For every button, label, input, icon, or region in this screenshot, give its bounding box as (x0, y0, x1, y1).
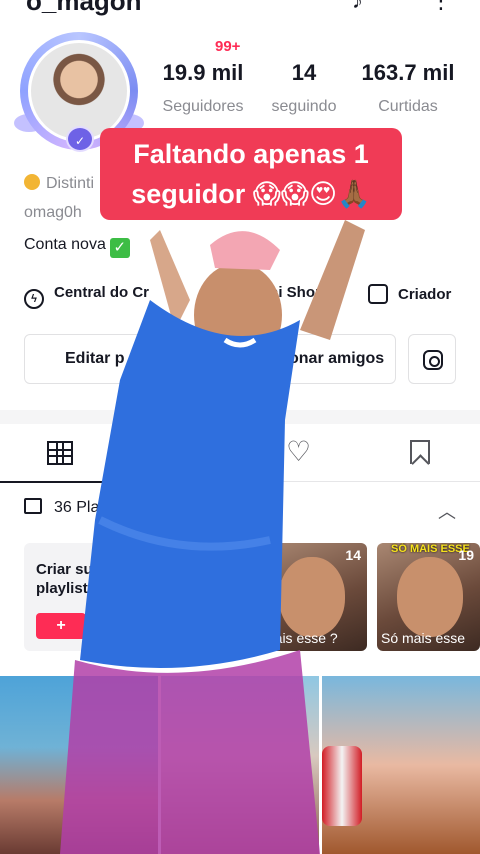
playlist-card[interactable]: 14 Mais esse ? (259, 543, 367, 651)
heart-icon: ♡ (286, 436, 312, 467)
likes-count: 163.7 mil (361, 60, 455, 85)
playlist-caption: Mais esse ? (263, 630, 338, 646)
badge-icon (24, 174, 40, 190)
creator-center-link[interactable]: ϟ Central do Cr (24, 284, 149, 309)
top-bar: o_magon ♪ ⋮ (0, 0, 480, 16)
tab-private[interactable] (120, 424, 240, 482)
video-thumbnail[interactable] (322, 676, 480, 854)
playlists-count: 36 Pla (54, 499, 100, 516)
instagram-icon (423, 350, 443, 370)
playlists-header[interactable]: 36 Pla ︿ (24, 498, 464, 522)
shop-label: ai Shop (270, 284, 325, 301)
stat-likes[interactable]: 163.7 mil Curtidas (352, 60, 464, 116)
badge-label: Distinti (46, 175, 95, 192)
soda-can-image (322, 746, 362, 826)
badge-row[interactable]: Distinti (24, 174, 94, 193)
profile-handle: omag0h (24, 204, 82, 221)
playlist-count: 14 (345, 547, 361, 563)
create-playlist-text: Criar su playlist (36, 561, 93, 597)
shortcut-links: ϟ Central do Cr ai Shop Criador (0, 278, 480, 309)
bio-text: Conta nova ✓ (24, 236, 130, 258)
notifications-badge[interactable]: 99+ (215, 38, 240, 55)
store-icon (368, 284, 388, 304)
stat-followers[interactable]: 19.9 mil Seguidores (156, 60, 250, 116)
playlist-count: 19 (458, 547, 474, 563)
grid-icon (47, 441, 73, 465)
instagram-button[interactable] (408, 334, 456, 384)
likes-label: Curtidas (378, 98, 438, 115)
creator-center-label: Central do Cr (54, 284, 150, 301)
creator-link[interactable]: Criador (368, 284, 451, 304)
section-divider (0, 410, 480, 424)
playlist-card[interactable]: SÓ MAIS ESSE 19 Só mais esse (377, 543, 480, 651)
video-thumbnail[interactable] (161, 676, 319, 854)
username: o_magon (26, 0, 142, 16)
content-tabs: ♡ (0, 424, 480, 483)
tab-videos[interactable] (0, 424, 120, 483)
bookmark-icon (410, 440, 430, 464)
followers-label: Seguidores (162, 98, 244, 115)
creator-label: Criador (398, 286, 452, 303)
edit-profile-button[interactable]: Editar p onar amigos (24, 334, 396, 384)
check-icon: ✓ (109, 238, 130, 258)
playlist-icon (24, 498, 42, 514)
video-caption-overlay: Faltando apenas 1 seguidor 😱😱😍🙏🏾 (100, 128, 402, 220)
add-friends-label: onar amigos (289, 350, 385, 367)
stat-following[interactable]: 14 seguindo (264, 60, 344, 116)
create-playlist-card[interactable]: Criar su playlist + (24, 543, 244, 651)
playlist-caption: Só mais esse (381, 630, 466, 646)
bio-status: Conta nova (24, 236, 106, 253)
video-thumbnail[interactable] (0, 676, 158, 854)
creator-tools-icon[interactable]: ♪ (352, 0, 363, 14)
edit-profile-label: Editar p (65, 350, 125, 367)
following-count: 14 (291, 60, 317, 85)
lightning-icon: ϟ (24, 289, 44, 309)
tab-liked[interactable]: ♡ (240, 424, 360, 482)
live-badge-icon: ✓ (66, 126, 94, 152)
playlist-thumbnail (397, 557, 463, 637)
playlist-thumbnail (279, 557, 345, 637)
menu-icon[interactable]: ⋮ (430, 0, 452, 14)
create-playlist-button[interactable]: + (36, 613, 86, 639)
chevron-up-icon[interactable]: ︿ (438, 498, 456, 524)
following-label: seguindo (271, 98, 337, 115)
shop-link[interactable]: ai Shop (270, 284, 324, 301)
followers-count: 19.9 mil (162, 60, 244, 85)
tab-saved[interactable] (360, 424, 480, 482)
